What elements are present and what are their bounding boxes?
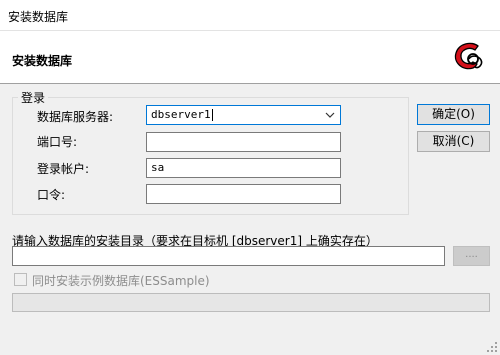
password-label: 口令: <box>37 188 66 202</box>
server-label: 数据库服务器: <box>37 110 114 124</box>
account-input[interactable]: sa <box>146 158 341 178</box>
login-group-legend: 登录 <box>18 89 49 106</box>
server-combobox[interactable]: dbserver1 <box>146 105 341 125</box>
password-input[interactable] <box>146 184 341 204</box>
sample-checkbox[interactable] <box>14 273 27 286</box>
port-label: 端口号: <box>37 135 78 149</box>
progress-bar <box>12 293 490 312</box>
port-input[interactable] <box>146 132 341 152</box>
chevron-down-icon[interactable] <box>325 110 335 120</box>
account-label: 登录帐户: <box>37 162 90 176</box>
red-c-logo-icon <box>454 42 483 70</box>
ok-button[interactable]: 确定(O) <box>417 104 490 125</box>
server-value: dbserver1 <box>151 108 211 121</box>
text-cursor <box>211 109 213 121</box>
cancel-button[interactable]: 取消(C) <box>417 131 490 152</box>
window-title: 安装数据库 <box>8 10 69 24</box>
header-panel: 安装数据库 <box>0 31 500 84</box>
browse-button[interactable]: .... <box>453 246 490 266</box>
sample-checkbox-label: 同时安装示例数据库(ESSample) <box>32 274 210 288</box>
title-bar: 安装数据库 <box>0 0 500 31</box>
resize-grip-icon[interactable] <box>486 341 498 353</box>
install-dir-input[interactable] <box>12 246 445 266</box>
page-title: 安装数据库 <box>12 54 73 68</box>
status-bar <box>0 336 500 355</box>
